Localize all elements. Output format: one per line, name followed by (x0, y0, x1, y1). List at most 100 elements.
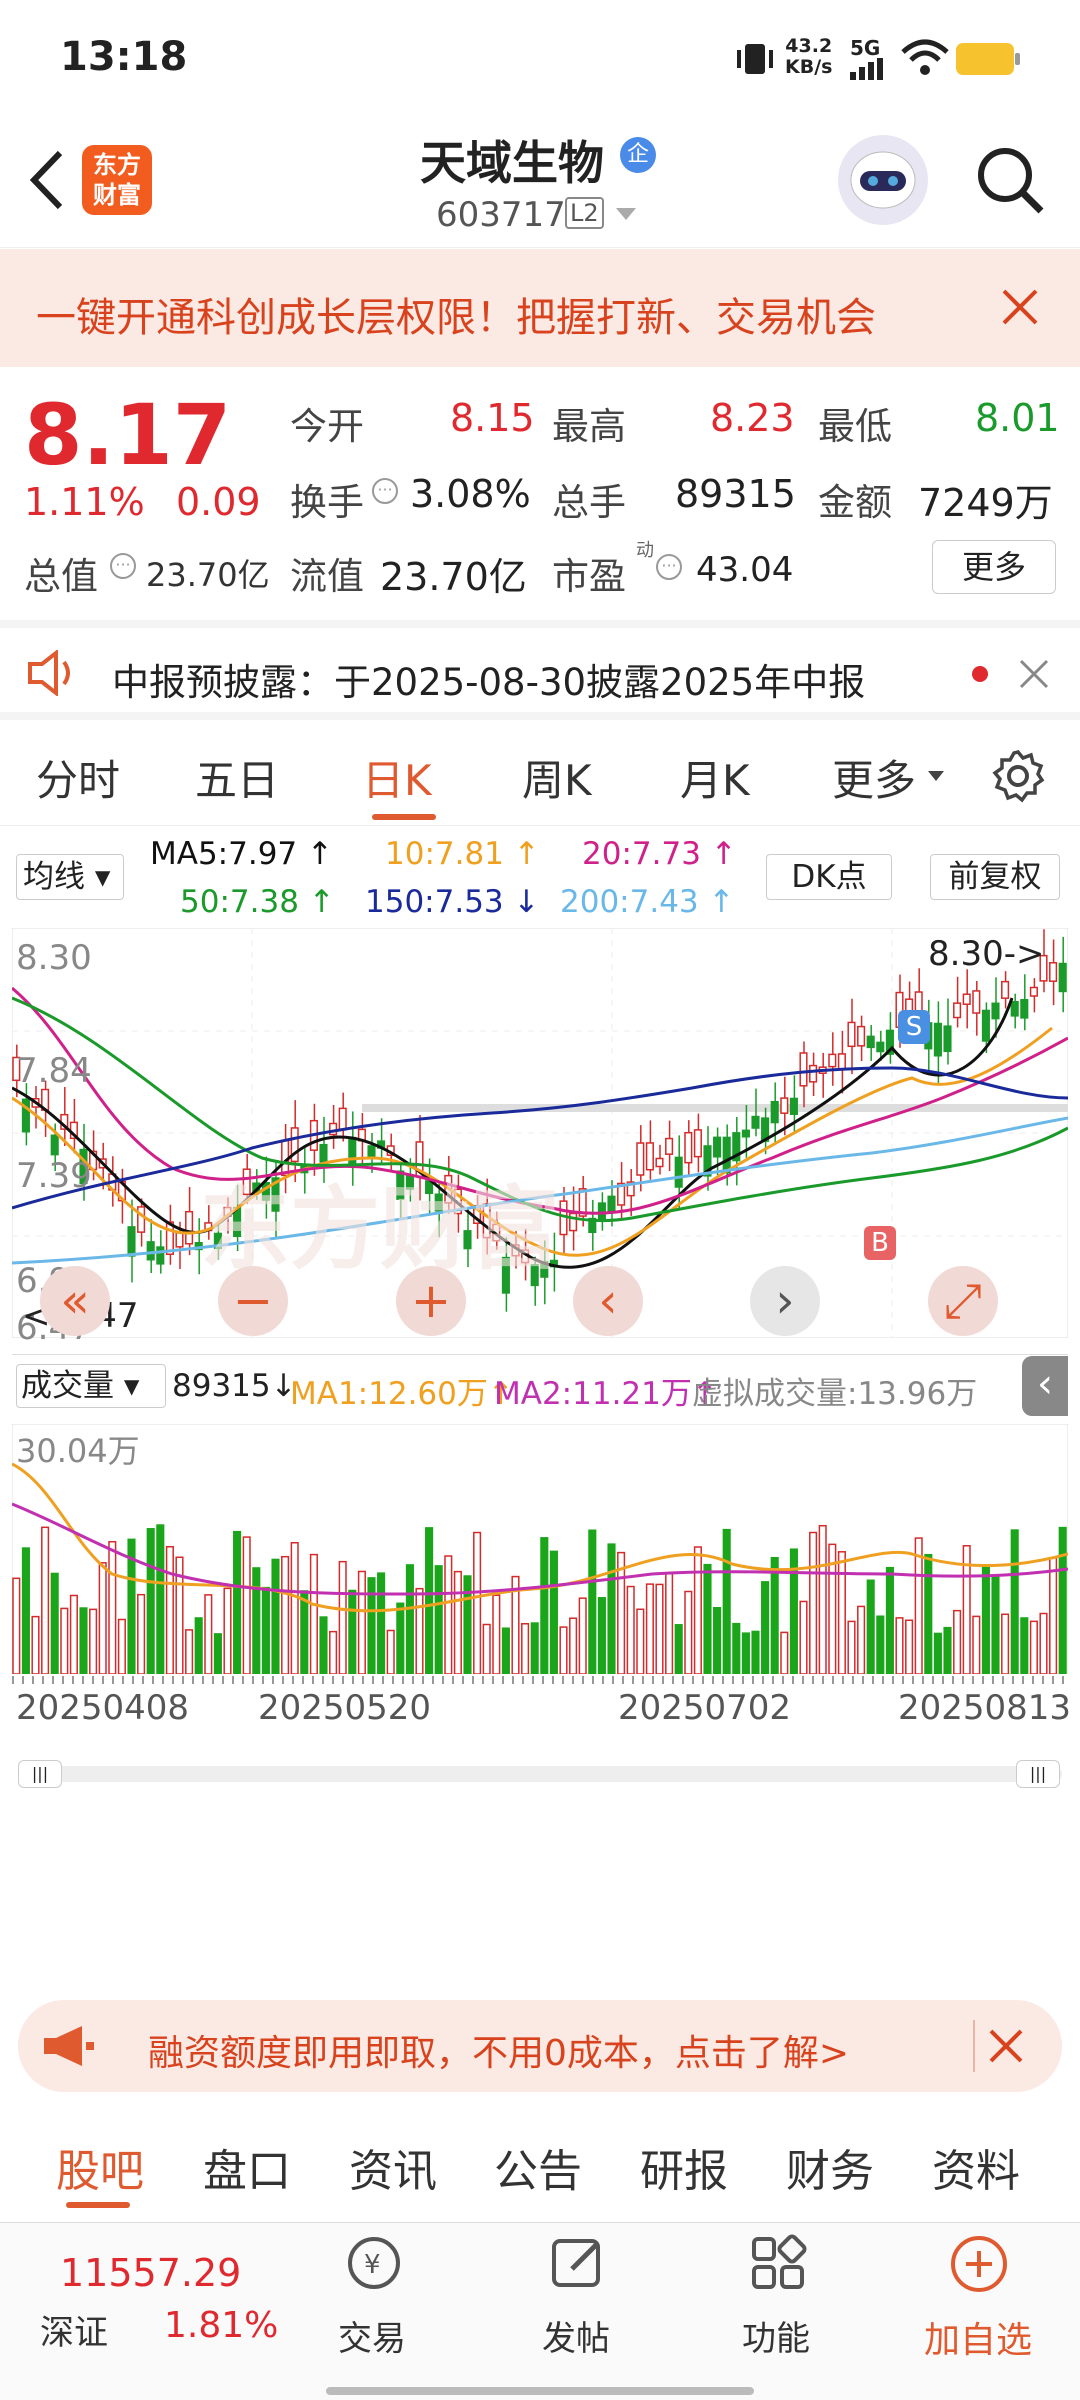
volume-bar (233, 1530, 242, 1674)
volume-bar (501, 1627, 510, 1674)
zoom-out-icon[interactable]: − (218, 1266, 288, 1336)
compose-icon[interactable] (548, 2233, 608, 2293)
tab-pankou[interactable]: 盘口 (203, 2135, 291, 2199)
tab-guba[interactable]: 股吧 (56, 2135, 144, 2199)
volume-bar (837, 1551, 846, 1674)
volume-bar (50, 1572, 59, 1674)
sell-signal-marker[interactable]: S (898, 1010, 930, 1044)
date-ticks (12, 1676, 1068, 1684)
volume-bar (463, 1575, 472, 1674)
candle (674, 1156, 683, 1188)
zoom-in-icon[interactable]: + (396, 1266, 466, 1336)
index-name[interactable]: 深证 (40, 2305, 108, 2354)
tab-finance[interactable]: 财务 (786, 2135, 874, 2199)
next-icon[interactable]: › (750, 1266, 820, 1336)
grid-icon[interactable] (748, 2233, 808, 2293)
volume-bar (348, 1589, 357, 1674)
volume-bar (972, 1615, 981, 1674)
date-label-2: 20250520 (258, 1688, 432, 1728)
adjust-mode-button[interactable]: 前复权 (930, 854, 1060, 900)
close-icon[interactable] (1000, 287, 1040, 327)
search-icon[interactable] (975, 145, 1047, 217)
volume-bar (569, 1617, 578, 1674)
candle (1049, 962, 1058, 982)
promo-banner[interactable]: 一键开通科创成长层权限！把握打新、交易机会 (0, 249, 1080, 367)
tab-five-day[interactable]: 五日 (195, 747, 279, 808)
back-icon[interactable] (22, 145, 72, 215)
info-icon[interactable]: ··· (372, 478, 398, 504)
trade-icon[interactable]: ¥ (338, 2233, 410, 2293)
volume-chart[interactable] (12, 1424, 1068, 1674)
indicator-selector[interactable]: 成交量 ▾ (16, 1364, 166, 1408)
volume-bar (1029, 1620, 1038, 1674)
buy-signal-marker[interactable]: B (864, 1226, 896, 1260)
kline-chart-panel: 均线 ▾ MA5:7.97 ↑ 10:7.81 ↑ 20:7.73 ↑ 50:7… (0, 826, 1080, 1978)
volume-bar (981, 1565, 990, 1674)
volume-bar (281, 1555, 290, 1674)
volume-bar (252, 1567, 261, 1674)
collapse-panel-icon[interactable]: ‹ (1022, 1356, 1068, 1416)
range-slider-right-handle[interactable]: ||| (1016, 1760, 1060, 1788)
change-pct: 1.11% (24, 480, 145, 524)
index-value[interactable]: 11557.29 (60, 2251, 241, 2295)
info-icon[interactable]: ··· (656, 554, 682, 580)
tab-research[interactable]: 研报 (640, 2135, 728, 2199)
margin-ad[interactable]: 融资额度即用即取，不用0成本，点击了解> (18, 2000, 1062, 2092)
last-price: 8.17 (24, 386, 232, 484)
tab-announcements[interactable]: 公告 (494, 2135, 582, 2199)
volume-bar (300, 1590, 309, 1674)
ma-selector[interactable]: 均线 ▾ (16, 854, 124, 900)
tab-news[interactable]: 资讯 (349, 2135, 437, 2199)
gear-icon[interactable] (990, 748, 1046, 804)
tab-profile[interactable]: 资料 (932, 2135, 1020, 2199)
tab-monthly-k[interactable]: 月K (680, 747, 750, 808)
candle (981, 1009, 990, 1042)
close-icon[interactable] (1018, 658, 1050, 690)
volume-bar (329, 1630, 338, 1674)
index-change[interactable]: 1.81% (164, 2305, 278, 2346)
scroll-left-icon[interactable]: « (40, 1266, 110, 1336)
tab-weekly-k[interactable]: 周K (522, 747, 592, 808)
add-circle-icon[interactable] (948, 2233, 1010, 2295)
post-label[interactable]: 发帖 (542, 2311, 610, 2360)
more-button[interactable]: 更多 (932, 540, 1056, 594)
prev-icon[interactable]: ‹ (573, 1266, 643, 1336)
candle (837, 1053, 846, 1070)
candle (828, 1053, 837, 1068)
tab-more[interactable]: 更多 (832, 747, 916, 808)
notice-text: 中报预披露：于2025-08-30披露2025年中报 (112, 661, 866, 704)
candle (847, 1021, 856, 1048)
report-notice[interactable]: 中报预披露：于2025-08-30披露2025年中报 (0, 620, 1080, 720)
close-icon[interactable] (988, 2028, 1024, 2064)
volume-bar (377, 1572, 386, 1674)
candle (713, 1136, 722, 1158)
candle (972, 990, 981, 1014)
float-value: 23.70亿 (380, 555, 527, 599)
volume-bar (847, 1620, 856, 1674)
dk-point-button[interactable]: DK点 (766, 854, 892, 900)
volume-bar (108, 1541, 117, 1674)
candle (1058, 962, 1067, 993)
function-label[interactable]: 功能 (742, 2311, 810, 2360)
volume-bar (943, 1626, 952, 1674)
code-dropdown-icon[interactable] (616, 207, 636, 221)
candle (645, 1142, 654, 1171)
trade-label[interactable]: 交易 (338, 2311, 406, 2360)
clock: 13:18 (60, 34, 188, 80)
candle (156, 1246, 165, 1265)
status-bar: 13:18 43.2 KB/s 5G (0, 0, 1080, 115)
tab-daily-k[interactable]: 日K (362, 747, 432, 808)
volume-bar (732, 1622, 741, 1674)
robot-assistant-icon[interactable] (838, 135, 928, 225)
volume-bar (953, 1609, 962, 1674)
app-logo[interactable]: 东方 财富 (82, 145, 152, 215)
add-watchlist-label[interactable]: 加自选 (924, 2311, 1032, 2363)
fullscreen-icon[interactable]: ⤢ (928, 1266, 998, 1336)
range-slider-left-handle[interactable]: ||| (18, 1760, 62, 1788)
volume-bar (799, 1600, 808, 1674)
info-icon[interactable]: ··· (110, 553, 136, 579)
tab-intraday[interactable]: 分时 (36, 747, 120, 808)
range-slider-track[interactable] (18, 1766, 1062, 1782)
volume-bar (453, 1570, 462, 1674)
volume-bar (242, 1536, 251, 1674)
